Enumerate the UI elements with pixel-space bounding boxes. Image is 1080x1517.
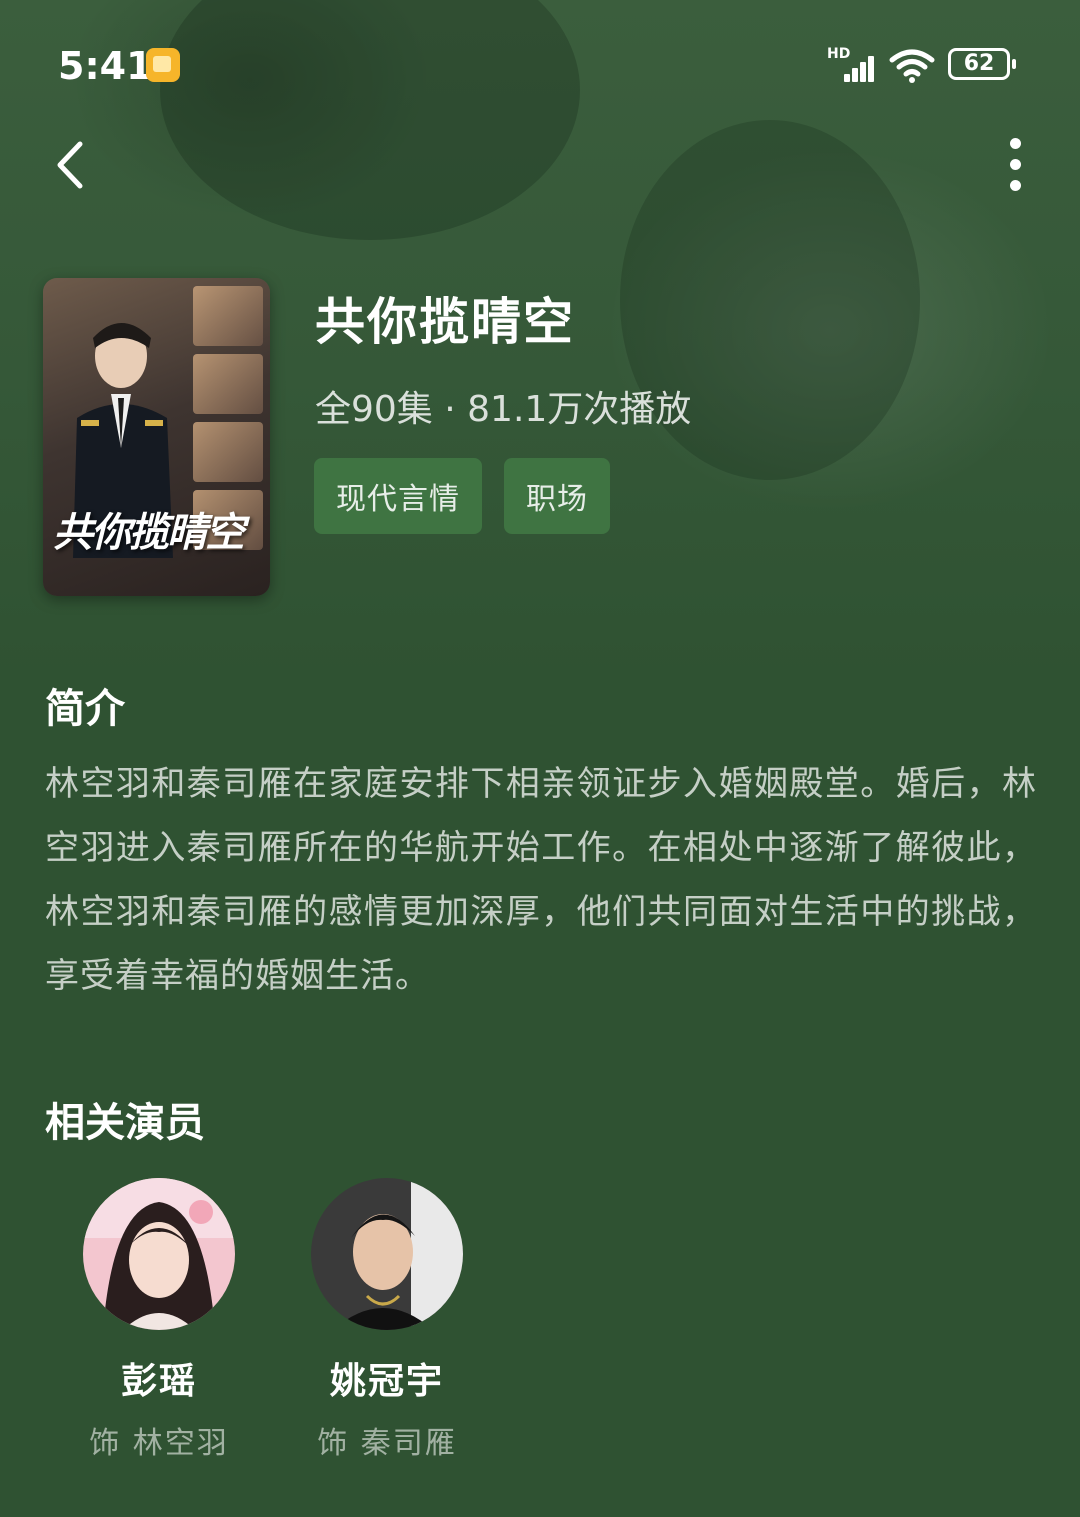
back-button[interactable] — [44, 130, 104, 200]
tag-workplace[interactable]: 职场 — [504, 458, 610, 534]
show-meta: 全90集 · 81.1万次播放 — [315, 389, 692, 430]
avatar — [83, 1178, 235, 1330]
actor-name: 姚冠宇 — [329, 1361, 444, 1402]
wifi-icon — [889, 49, 935, 83]
poster-title-art: 共你揽晴空 — [53, 509, 245, 556]
genre-tags: 现代言情 职场 — [314, 458, 610, 534]
synopsis-text: 林空羽和秦司雁在家庭安排下相亲领证步入婚姻殿堂。婚后，林空羽进入秦司雁所在的华航… — [45, 764, 1037, 996]
battery-icon: 62 — [948, 48, 1016, 80]
cast-list: 彭瑶 饰 林空羽 姚冠宇 饰 秦司雁 — [45, 1178, 501, 1462]
show-poster[interactable]: 共你揽晴空 — [43, 278, 270, 596]
actor-name: 彭瑶 — [120, 1361, 197, 1402]
show-title: 共你揽晴空 — [315, 293, 575, 351]
battery-level: 62 — [963, 51, 995, 76]
more-options-button[interactable] — [994, 130, 1038, 200]
notification-app-icon — [146, 48, 180, 82]
cast-heading: 相关演员 — [45, 1100, 205, 1146]
tag-romance[interactable]: 现代言情 — [314, 458, 482, 534]
status-time: 5:41 — [58, 44, 153, 88]
synopsis-heading: 简介 — [45, 686, 125, 732]
chevron-left-icon — [57, 141, 83, 189]
actor-card[interactable]: 姚冠宇 饰 秦司雁 — [273, 1178, 501, 1462]
more-vertical-icon — [1010, 138, 1021, 149]
actor-role: 饰 林空羽 — [89, 1426, 229, 1461]
signal-icon — [840, 52, 880, 82]
actor-role: 饰 秦司雁 — [317, 1426, 457, 1461]
actor-card[interactable]: 彭瑶 饰 林空羽 — [45, 1178, 273, 1462]
status-bar: 5:41 HD 62 — [0, 0, 1080, 130]
avatar — [311, 1178, 463, 1330]
